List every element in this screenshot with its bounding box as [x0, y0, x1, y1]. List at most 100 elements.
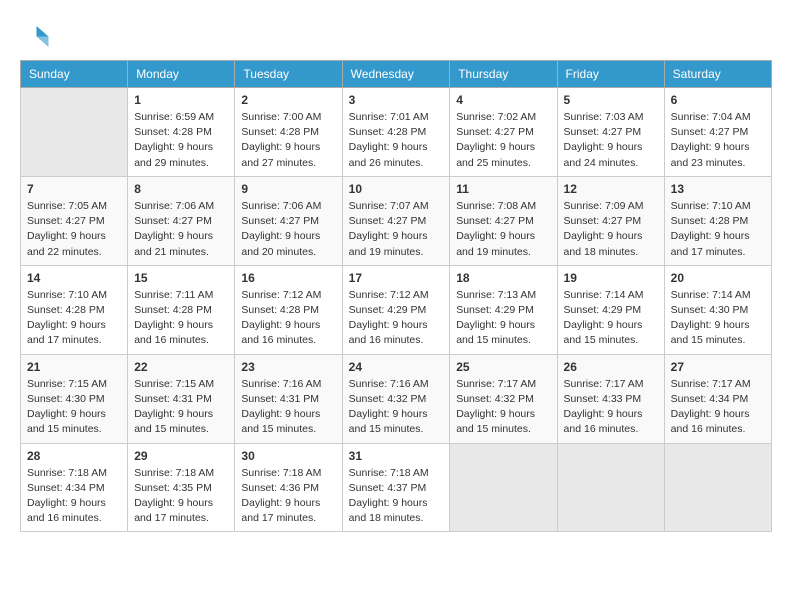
calendar-cell: 21 Sunrise: 7:15 AM Sunset: 4:30 PM Dayli… [21, 354, 128, 443]
day-number: 25 [456, 360, 550, 374]
day-info: Sunrise: 6:59 AM Sunset: 4:28 PM Dayligh… [134, 110, 228, 171]
calendar-cell: 13Sunrise: 7:10 AM Sunset: 4:28 PM Dayli… [664, 176, 771, 265]
calendar-cell: 5 Sunrise: 7:03 AM Sunset: 4:27 PM Daylig… [557, 88, 664, 177]
day-number: 14 [27, 271, 121, 285]
day-number: 16 [241, 271, 335, 285]
calendar-cell: 15 Sunrise: 7:11 AM Sunset: 4:28 PM Dayli… [128, 265, 235, 354]
day-info: Sunrise: 7:10 AM Sunset: 4:28 PM Dayligh… [27, 288, 121, 349]
logo [20, 20, 54, 50]
calendar-header-sunday: Sunday [21, 61, 128, 88]
day-info: Sunrise: 7:16 AM Sunset: 4:32 PM Dayligh… [349, 377, 444, 438]
calendar-week-5: 28Sunrise: 7:18 AM Sunset: 4:34 PM Dayli… [21, 443, 772, 532]
calendar-cell [664, 443, 771, 532]
day-info: Sunrise: 7:06 AM Sunset: 4:27 PM Dayligh… [241, 199, 335, 260]
calendar-cell: 20Sunrise: 7:14 AM Sunset: 4:30 PM Dayli… [664, 265, 771, 354]
day-number: 8 [134, 182, 228, 196]
day-number: 4 [456, 93, 550, 107]
calendar-cell [450, 443, 557, 532]
day-number: 21 [27, 360, 121, 374]
day-info: Sunrise: 7:17 AM Sunset: 4:32 PM Dayligh… [456, 377, 550, 438]
day-info: Sunrise: 7:08 AM Sunset: 4:27 PM Dayligh… [456, 199, 550, 260]
day-info: Sunrise: 7:12 AM Sunset: 4:29 PM Dayligh… [349, 288, 444, 349]
day-info: Sunrise: 7:11 AM Sunset: 4:28 PM Dayligh… [134, 288, 228, 349]
logo-icon [20, 20, 50, 50]
calendar-cell: 23 Sunrise: 7:16 AM Sunset: 4:31 PM Dayli… [235, 354, 342, 443]
calendar-cell: 27 Sunrise: 7:17 AM Sunset: 4:34 PM Dayli… [664, 354, 771, 443]
day-number: 1 [134, 93, 228, 107]
day-info: Sunrise: 7:10 AM Sunset: 4:28 PM Dayligh… [671, 199, 765, 260]
calendar-week-3: 14 Sunrise: 7:10 AM Sunset: 4:28 PM Dayli… [21, 265, 772, 354]
day-info: Sunrise: 7:16 AM Sunset: 4:31 PM Dayligh… [241, 377, 335, 438]
calendar-cell: 3Sunrise: 7:01 AM Sunset: 4:28 PM Daylig… [342, 88, 450, 177]
day-number: 26 [564, 360, 658, 374]
day-info: Sunrise: 7:18 AM Sunset: 4:35 PM Dayligh… [134, 466, 228, 527]
calendar-cell: 19Sunrise: 7:14 AM Sunset: 4:29 PM Dayli… [557, 265, 664, 354]
day-info: Sunrise: 7:18 AM Sunset: 4:34 PM Dayligh… [27, 466, 121, 527]
day-number: 17 [349, 271, 444, 285]
day-info: Sunrise: 7:17 AM Sunset: 4:33 PM Dayligh… [564, 377, 658, 438]
day-number: 7 [27, 182, 121, 196]
day-info: Sunrise: 7:04 AM Sunset: 4:27 PM Dayligh… [671, 110, 765, 171]
calendar-cell: 11 Sunrise: 7:08 AM Sunset: 4:27 PM Dayli… [450, 176, 557, 265]
calendar-cell: 17 Sunrise: 7:12 AM Sunset: 4:29 PM Dayli… [342, 265, 450, 354]
day-info: Sunrise: 7:18 AM Sunset: 4:36 PM Dayligh… [241, 466, 335, 527]
calendar-week-4: 21 Sunrise: 7:15 AM Sunset: 4:30 PM Dayli… [21, 354, 772, 443]
calendar-cell: 31Sunrise: 7:18 AM Sunset: 4:37 PM Dayli… [342, 443, 450, 532]
day-info: Sunrise: 7:06 AM Sunset: 4:27 PM Dayligh… [134, 199, 228, 260]
day-info: Sunrise: 7:01 AM Sunset: 4:28 PM Dayligh… [349, 110, 444, 171]
day-number: 24 [349, 360, 444, 374]
calendar-cell: 22 Sunrise: 7:15 AM Sunset: 4:31 PM Dayli… [128, 354, 235, 443]
day-info: Sunrise: 7:17 AM Sunset: 4:34 PM Dayligh… [671, 377, 765, 438]
calendar-cell: 1 Sunrise: 6:59 AM Sunset: 4:28 PM Daylig… [128, 88, 235, 177]
day-number: 22 [134, 360, 228, 374]
day-number: 5 [564, 93, 658, 107]
day-info: Sunrise: 7:00 AM Sunset: 4:28 PM Dayligh… [241, 110, 335, 171]
calendar-cell: 9 Sunrise: 7:06 AM Sunset: 4:27 PM Daylig… [235, 176, 342, 265]
calendar-cell: 29 Sunrise: 7:18 AM Sunset: 4:35 PM Dayli… [128, 443, 235, 532]
calendar-header-saturday: Saturday [664, 61, 771, 88]
calendar-cell: 18Sunrise: 7:13 AM Sunset: 4:29 PM Dayli… [450, 265, 557, 354]
calendar-cell: 6Sunrise: 7:04 AM Sunset: 4:27 PM Daylig… [664, 88, 771, 177]
calendar-cell: 30 Sunrise: 7:18 AM Sunset: 4:36 PM Dayli… [235, 443, 342, 532]
calendar-cell: 25 Sunrise: 7:17 AM Sunset: 4:32 PM Dayli… [450, 354, 557, 443]
calendar-cell: 28Sunrise: 7:18 AM Sunset: 4:34 PM Dayli… [21, 443, 128, 532]
calendar-cell: 7 Sunrise: 7:05 AM Sunset: 4:27 PM Daylig… [21, 176, 128, 265]
day-number: 27 [671, 360, 765, 374]
calendar-cell: 12 Sunrise: 7:09 AM Sunset: 4:27 PM Dayli… [557, 176, 664, 265]
day-info: Sunrise: 7:09 AM Sunset: 4:27 PM Dayligh… [564, 199, 658, 260]
day-info: Sunrise: 7:05 AM Sunset: 4:27 PM Dayligh… [27, 199, 121, 260]
day-info: Sunrise: 7:02 AM Sunset: 4:27 PM Dayligh… [456, 110, 550, 171]
calendar-week-2: 7 Sunrise: 7:05 AM Sunset: 4:27 PM Daylig… [21, 176, 772, 265]
calendar-cell: 26 Sunrise: 7:17 AM Sunset: 4:33 PM Dayli… [557, 354, 664, 443]
day-info: Sunrise: 7:18 AM Sunset: 4:37 PM Dayligh… [349, 466, 444, 527]
page-header [20, 20, 772, 50]
calendar-cell: 16 Sunrise: 7:12 AM Sunset: 4:28 PM Dayli… [235, 265, 342, 354]
calendar-cell [557, 443, 664, 532]
calendar-header-friday: Friday [557, 61, 664, 88]
day-number: 15 [134, 271, 228, 285]
day-info: Sunrise: 7:15 AM Sunset: 4:31 PM Dayligh… [134, 377, 228, 438]
day-number: 12 [564, 182, 658, 196]
calendar-header-monday: Monday [128, 61, 235, 88]
day-number: 11 [456, 182, 550, 196]
day-number: 29 [134, 449, 228, 463]
calendar-table: SundayMondayTuesdayWednesdayThursdayFrid… [20, 60, 772, 532]
day-info: Sunrise: 7:07 AM Sunset: 4:27 PM Dayligh… [349, 199, 444, 260]
day-number: 23 [241, 360, 335, 374]
day-number: 19 [564, 271, 658, 285]
day-info: Sunrise: 7:03 AM Sunset: 4:27 PM Dayligh… [564, 110, 658, 171]
day-number: 30 [241, 449, 335, 463]
calendar-header-wednesday: Wednesday [342, 61, 450, 88]
day-number: 18 [456, 271, 550, 285]
calendar-cell [21, 88, 128, 177]
calendar-cell: 2Sunrise: 7:00 AM Sunset: 4:28 PM Daylig… [235, 88, 342, 177]
calendar-header-row: SundayMondayTuesdayWednesdayThursdayFrid… [21, 61, 772, 88]
day-info: Sunrise: 7:12 AM Sunset: 4:28 PM Dayligh… [241, 288, 335, 349]
calendar-cell: 10 Sunrise: 7:07 AM Sunset: 4:27 PM Dayli… [342, 176, 450, 265]
day-number: 10 [349, 182, 444, 196]
calendar-cell: 4 Sunrise: 7:02 AM Sunset: 4:27 PM Daylig… [450, 88, 557, 177]
day-info: Sunrise: 7:14 AM Sunset: 4:30 PM Dayligh… [671, 288, 765, 349]
calendar-header-tuesday: Tuesday [235, 61, 342, 88]
day-number: 9 [241, 182, 335, 196]
day-info: Sunrise: 7:15 AM Sunset: 4:30 PM Dayligh… [27, 377, 121, 438]
